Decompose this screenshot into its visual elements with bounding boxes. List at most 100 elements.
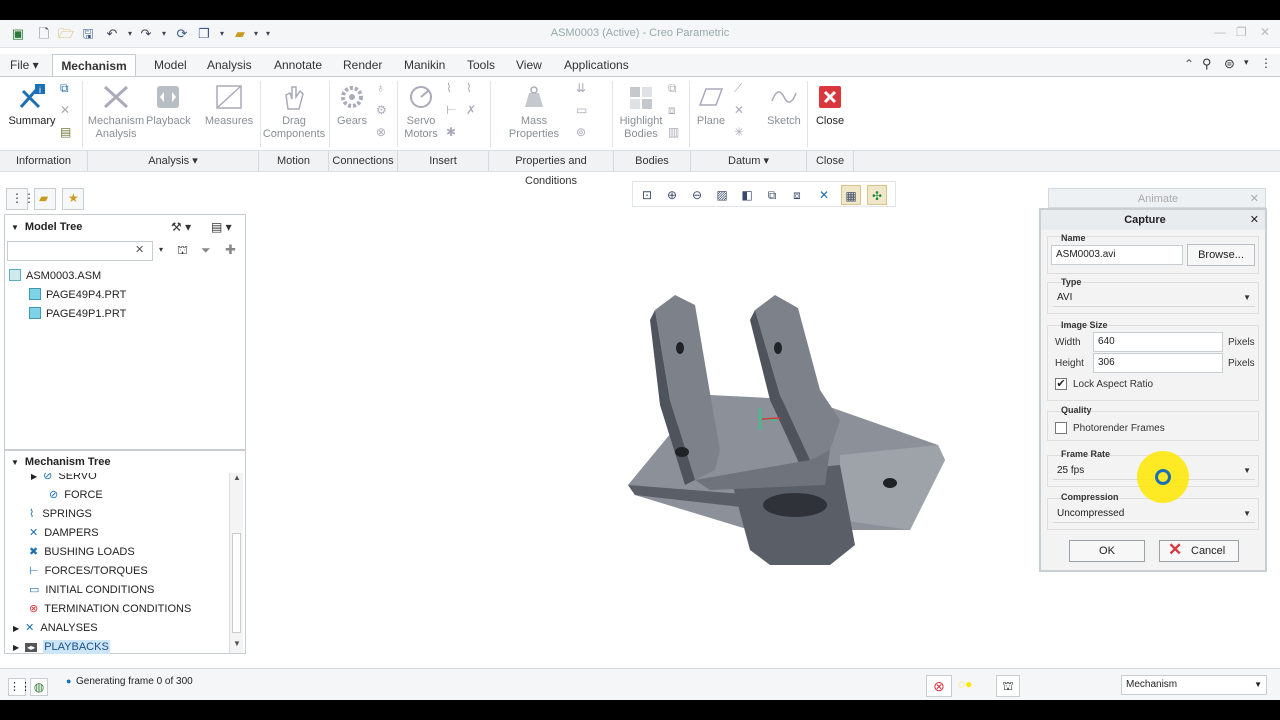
- scroll-down-icon[interactable]: ▼: [233, 639, 241, 648]
- tab-applications[interactable]: Applications: [556, 54, 637, 76]
- tree-item-part[interactable]: PAGE49P4.PRT: [29, 286, 126, 304]
- saved-orientations-icon[interactable]: ⧉: [762, 185, 782, 205]
- body-icon-1[interactable]: ⧉: [668, 81, 677, 96]
- capture-close-icon[interactable]: ✕: [1250, 213, 1259, 226]
- connect-small-icon[interactable]: ✕: [60, 103, 70, 117]
- group-bodies[interactable]: Bodies: [614, 151, 691, 171]
- slot-icon[interactable]: ⚙: [376, 103, 387, 117]
- group-connections[interactable]: Connections: [329, 151, 398, 171]
- type-select[interactable]: AVI ▼: [1053, 289, 1255, 307]
- body-icon-2[interactable]: ⧈: [668, 103, 676, 118]
- measure-small-icon[interactable]: ⧉: [60, 81, 69, 96]
- minimize-icon[interactable]: —: [1214, 25, 1226, 39]
- tree-settings-icon[interactable]: ⚒ ▾: [171, 217, 191, 237]
- force-icon[interactable]: ✱: [446, 125, 456, 139]
- point-icon[interactable]: ✕: [734, 103, 744, 117]
- animate-close-icon[interactable]: ✕: [1250, 192, 1259, 205]
- tree-item-analyses[interactable]: ▶ ✕ ANALYSES: [13, 619, 98, 637]
- model-tree-header[interactable]: ▼ Model Tree ⚒ ▾ ▤ ▾: [7, 217, 245, 237]
- tab-view[interactable]: View: [508, 54, 550, 76]
- group-properties[interactable]: Properties and Conditions: [489, 151, 614, 187]
- scrollbar-thumb[interactable]: [232, 533, 241, 633]
- spin-center-icon[interactable]: ▦: [841, 185, 861, 205]
- tab-file[interactable]: File ▾: [4, 54, 45, 76]
- plane-button[interactable]: Plane: [694, 83, 728, 128]
- selection-filter-select[interactable]: Mechanism ▼: [1121, 675, 1267, 695]
- measures-button[interactable]: Measures: [202, 83, 256, 128]
- navigator-toggle-icon[interactable]: ⋮⋮: [8, 678, 31, 696]
- model-viewport[interactable]: [600, 280, 970, 580]
- more-options-icon[interactable]: ⋮: [1260, 56, 1272, 70]
- name-input[interactable]: ASM0003.avi: [1051, 245, 1183, 265]
- ok-button[interactable]: OK: [1069, 540, 1145, 562]
- favorites-tab[interactable]: ★: [62, 188, 84, 210]
- animate-dialog-titlebar[interactable]: Animate ✕: [1048, 188, 1266, 208]
- refit-icon[interactable]: ⊡: [637, 185, 657, 205]
- model-tree-nav-tab[interactable]: ⋮⋮: [6, 188, 35, 210]
- tab-mechanism[interactable]: Mechanism: [52, 54, 136, 76]
- group-information[interactable]: Information: [0, 151, 88, 171]
- group-close[interactable]: Close: [807, 151, 854, 171]
- tree-item-forces-torques[interactable]: ⊢ FORCES/TORQUES: [29, 562, 148, 580]
- search-dropdown-icon[interactable]: ▾: [159, 245, 163, 254]
- group-motion[interactable]: Motion: [259, 151, 329, 171]
- group-insert[interactable]: Insert: [398, 151, 489, 171]
- tree-item-servo[interactable]: ▶ ⊘ SERVO: [31, 473, 97, 485]
- add-icon[interactable]: ✚: [225, 242, 236, 258]
- browser-toggle-icon[interactable]: ◍: [30, 678, 48, 696]
- capture-titlebar[interactable]: Capture ✕: [1041, 210, 1265, 230]
- tab-annotate[interactable]: Annotate: [266, 54, 330, 76]
- body-icon-3[interactable]: ▥: [668, 125, 679, 139]
- help-icon[interactable]: ⊜: [1224, 56, 1235, 72]
- photorender-checkbox[interactable]: [1055, 422, 1067, 434]
- repaint-icon[interactable]: ▨: [712, 185, 732, 205]
- tree-item-bushing-loads[interactable]: ✖ BUSHING LOADS: [29, 543, 135, 561]
- gears-button[interactable]: Gears: [332, 83, 372, 128]
- width-input[interactable]: 640: [1093, 332, 1223, 352]
- playback-button[interactable]: Playback: [146, 83, 191, 128]
- spring-icon[interactable]: ⌇: [446, 81, 452, 95]
- find-status-icon[interactable]: ⛫: [996, 675, 1020, 697]
- tab-tools[interactable]: Tools: [459, 54, 503, 76]
- highlight-bodies-button[interactable]: Highlight Bodies: [618, 83, 664, 141]
- tab-model[interactable]: Model: [146, 54, 195, 76]
- folder-browser-tab[interactable]: ▰: [34, 188, 56, 210]
- damper-icon[interactable]: ⊢: [446, 103, 456, 117]
- tree-item-playbacks[interactable]: ▶ ◂▸ PLAYBACKS: [13, 638, 110, 656]
- zoom-in-icon[interactable]: ⊕: [662, 185, 682, 205]
- tree-item-part[interactable]: PAGE49P1.PRT: [29, 305, 126, 323]
- bushing-icon[interactable]: ⌇: [466, 81, 472, 95]
- annotation-display-icon[interactable]: ✣: [867, 185, 887, 205]
- cancel-button[interactable]: ✕ Cancel: [1159, 540, 1239, 562]
- group-datum[interactable]: Datum ▾: [691, 151, 807, 171]
- tree-item-force[interactable]: ⊘ FORCE: [49, 486, 103, 504]
- servo-motors-button[interactable]: Servo Motors: [400, 83, 442, 141]
- axis-icon[interactable]: ⟋: [734, 81, 742, 96]
- lock-aspect-checkbox[interactable]: ✔: [1055, 378, 1067, 390]
- summary-button[interactable]: i Summary: [8, 83, 56, 128]
- torque-icon[interactable]: ✗: [466, 103, 476, 117]
- compression-select[interactable]: Uncompressed ▼: [1053, 505, 1255, 523]
- browse-button[interactable]: Browse...: [1187, 244, 1255, 266]
- display-style-icon[interactable]: ◧: [737, 185, 757, 205]
- mechanism-tree-header[interactable]: ▼ Mechanism Tree: [7, 452, 245, 472]
- sketch-button[interactable]: Sketch: [764, 83, 804, 128]
- clear-search-icon[interactable]: ✕: [135, 243, 144, 256]
- mechanism-analysis-button[interactable]: Mechanism Analysis: [86, 83, 146, 141]
- table-small-icon[interactable]: ▤: [60, 125, 71, 139]
- collapse-ribbon-icon[interactable]: ⌃: [1184, 57, 1194, 71]
- cam-icon[interactable]: ♁: [376, 81, 385, 95]
- scroll-up-icon[interactable]: ▲: [233, 473, 241, 482]
- search-icon[interactable]: ⚲: [1202, 56, 1212, 72]
- view-manager-icon[interactable]: ⧈: [787, 185, 807, 205]
- mass-properties-button[interactable]: Mass Properties: [508, 83, 560, 141]
- close-button[interactable]: Close: [810, 83, 850, 128]
- model-tree-search-input[interactable]: [7, 241, 153, 261]
- zoom-out-icon[interactable]: ⊖: [687, 185, 707, 205]
- stop-regeneration-icon[interactable]: ⊗: [926, 675, 952, 697]
- tree-item-dampers[interactable]: ✕ DAMPERS: [29, 524, 99, 542]
- mechanism-tree-scrollbar[interactable]: ▲ ▼: [229, 473, 243, 653]
- tree-item-termination-conditions[interactable]: ⊗ TERMINATION CONDITIONS: [29, 600, 191, 618]
- show-icon[interactable]: ▤ ▾: [211, 217, 232, 237]
- datum-display-icon[interactable]: ✕: [814, 185, 834, 205]
